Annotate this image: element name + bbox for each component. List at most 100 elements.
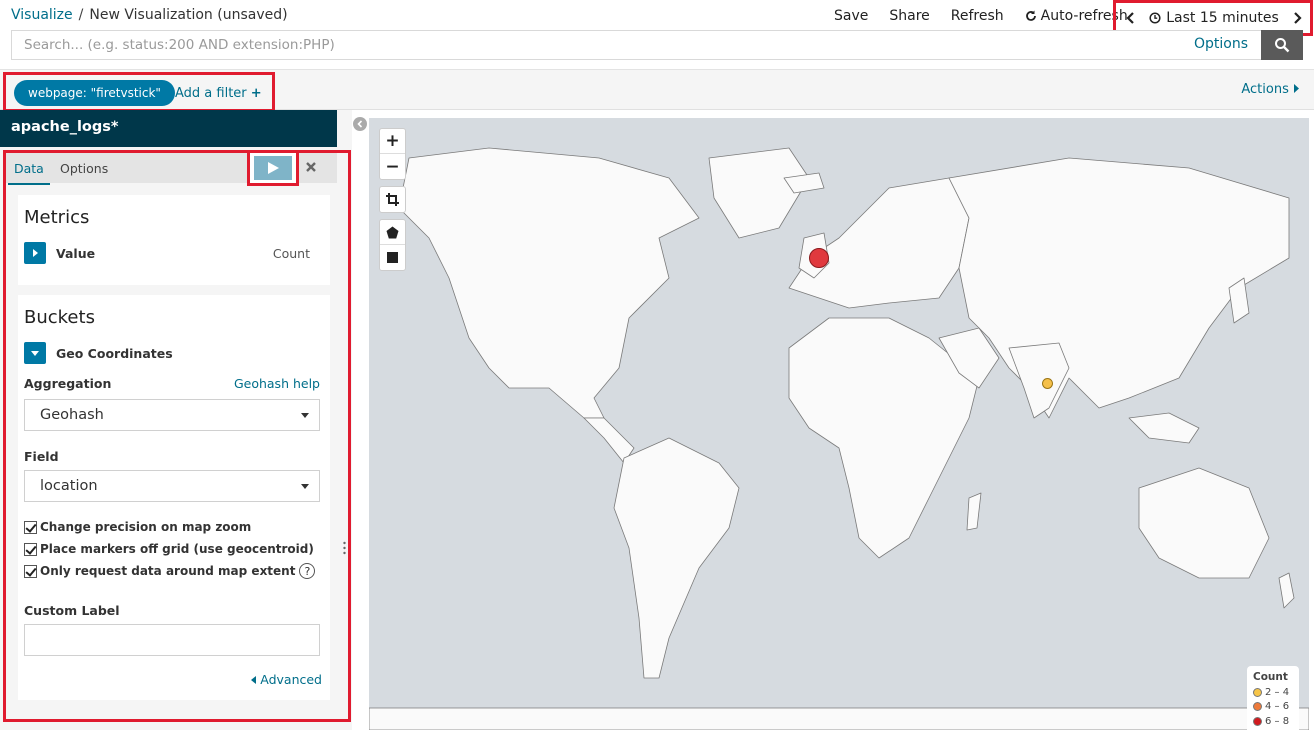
metric-label: Value — [56, 246, 96, 261]
field-label: Field — [24, 449, 59, 464]
chevron-left-icon[interactable] — [1124, 11, 1138, 25]
caret-right-icon — [33, 249, 38, 257]
map-extent-checkbox[interactable] — [24, 564, 37, 578]
draw-rectangle-button[interactable] — [380, 245, 405, 270]
save-button[interactable]: Save — [834, 8, 868, 24]
metric-value: Count — [272, 246, 310, 261]
world-map-basemap — [369, 147, 1309, 730]
chevron-down-icon — [301, 484, 309, 489]
filter-actions-button[interactable]: Actions — [1241, 82, 1299, 97]
top-actions: Save Share Refresh Auto-refresh — [834, 8, 1128, 24]
breadcrumb-visualize-link[interactable]: Visualize — [11, 7, 73, 23]
draw-polygon-button[interactable] — [380, 220, 405, 245]
legend-label: 4 – 6 — [1265, 701, 1290, 713]
share-button[interactable]: Share — [889, 8, 929, 24]
polygon-icon — [386, 226, 399, 238]
bucket-type-label: Geo Coordinates — [56, 346, 173, 361]
legend-swatch — [1253, 716, 1262, 726]
map-controls: + − — [379, 128, 406, 277]
timepicker-label: Last 15 minutes — [1166, 10, 1279, 26]
filter-highlight-box: webpage: "firetvstick" Add a filter + — [3, 72, 275, 112]
add-filter-button[interactable]: Add a filter + — [175, 86, 262, 101]
chevron-right-icon[interactable] — [1290, 11, 1304, 25]
caret-right-icon — [1294, 84, 1299, 93]
advanced-label: Advanced — [260, 672, 322, 687]
chevron-down-icon — [301, 413, 309, 418]
metric-expand-toggle[interactable] — [24, 242, 46, 264]
legend-label: 2 – 4 — [1265, 686, 1290, 698]
buckets-panel: Buckets Geo Coordinates Aggregation Geoh… — [18, 295, 330, 700]
search-input[interactable] — [11, 30, 1261, 60]
india-marker[interactable] — [1042, 378, 1053, 389]
draw-controls — [379, 219, 406, 271]
precision-checkbox-row[interactable]: Change precision on map zoom — [24, 520, 251, 534]
geocentroid-checkbox-label: Place markers off grid (use geocentroid) — [40, 542, 314, 556]
caret-down-icon — [31, 351, 39, 356]
editor-highlight-box: Data Options Metrics Value Count Buckets — [3, 150, 351, 722]
search-bar: Options — [11, 30, 1303, 60]
filter-bar: webpage: "firetvstick" Add a filter + Ac… — [0, 70, 1314, 112]
search-options-link[interactable]: Options — [1194, 36, 1248, 52]
legend-item: 6 – 8 — [1253, 714, 1293, 729]
metrics-title: Metrics — [24, 207, 90, 228]
fit-data-bounds-button[interactable] — [380, 187, 405, 212]
tab-data[interactable]: Data — [8, 161, 50, 185]
clock-icon — [1149, 12, 1161, 24]
legend-swatch — [1253, 687, 1262, 697]
zoom-out-button[interactable]: − — [380, 154, 405, 179]
geocentroid-checkbox[interactable] — [24, 542, 37, 556]
breadcrumb-current: New Visualization (unsaved) — [89, 7, 288, 23]
zoom-in-button[interactable]: + — [380, 129, 405, 154]
top-nav-bar: Visualize / New Visualization (unsaved) Sa… — [0, 0, 1314, 70]
custom-label-input[interactable] — [24, 624, 320, 656]
breadcrumb-separator: / — [78, 7, 84, 23]
legend-label: 6 – 8 — [1265, 715, 1290, 727]
legend-item: 4 – 6 — [1253, 700, 1293, 715]
fit-bounds-control — [379, 186, 406, 213]
aggregation-select[interactable]: Geohash — [24, 399, 320, 431]
breadcrumb: Visualize / New Visualization (unsaved) — [11, 7, 288, 23]
map-legend: Count 2 – 4 4 – 6 6 – 8 — [1247, 666, 1299, 730]
add-filter-label: Add a filter — [175, 86, 247, 101]
custom-label-label: Custom Label — [24, 603, 120, 618]
bucket-collapse-toggle[interactable] — [24, 342, 46, 364]
map-container[interactable]: + − Count 2 – 4 4 – 6 6 – 8 — [369, 118, 1309, 730]
uk-marker[interactable] — [809, 248, 829, 268]
field-select-value: location — [40, 478, 98, 494]
help-icon[interactable]: ? — [299, 563, 316, 579]
filter-pill[interactable]: webpage: "firetvstick" — [14, 80, 175, 106]
collapse-sidebar-button[interactable] — [353, 117, 367, 131]
caret-left-icon — [251, 676, 257, 684]
precision-checkbox[interactable] — [24, 520, 37, 534]
legend-swatch — [1253, 702, 1262, 712]
play-icon — [268, 162, 279, 174]
geohash-help-link[interactable]: Geohash help — [234, 376, 320, 391]
square-icon — [387, 252, 398, 263]
filter-actions-label: Actions — [1241, 82, 1289, 97]
resize-handle-icon[interactable] — [343, 541, 346, 555]
apply-highlight-box — [247, 150, 299, 186]
search-icon — [1275, 38, 1290, 53]
editor-tabs: Data Options — [6, 150, 337, 186]
field-select[interactable]: location — [24, 470, 320, 502]
refresh-button[interactable]: Refresh — [951, 8, 1004, 24]
close-icon[interactable] — [302, 158, 320, 176]
aggregation-label: Aggregation — [24, 376, 112, 391]
vis-editor-sidebar: apache_logs* Data Options Metrics Value … — [0, 110, 352, 730]
zoom-controls: + − — [379, 128, 406, 180]
advanced-toggle-link[interactable]: Advanced — [251, 672, 322, 687]
chevron-left-icon — [357, 120, 363, 128]
plus-icon: + — [250, 86, 262, 101]
geocentroid-checkbox-row[interactable]: Place markers off grid (use geocentroid) — [24, 542, 314, 556]
legend-item: 2 – 4 — [1253, 685, 1293, 700]
map-extent-checkbox-row[interactable]: Only request data around map extent ? — [24, 563, 316, 579]
search-button[interactable] — [1261, 30, 1303, 60]
tab-options[interactable]: Options — [60, 161, 108, 176]
timepicker-range-button[interactable]: Last 15 minutes — [1149, 10, 1279, 26]
reload-icon — [1025, 10, 1036, 21]
aggregation-select-value: Geohash — [40, 407, 104, 423]
apply-changes-button[interactable] — [254, 156, 292, 180]
map-extent-checkbox-label: Only request data around map extent — [40, 564, 296, 578]
buckets-title: Buckets — [24, 307, 95, 328]
index-pattern-title: apache_logs* — [0, 110, 337, 147]
